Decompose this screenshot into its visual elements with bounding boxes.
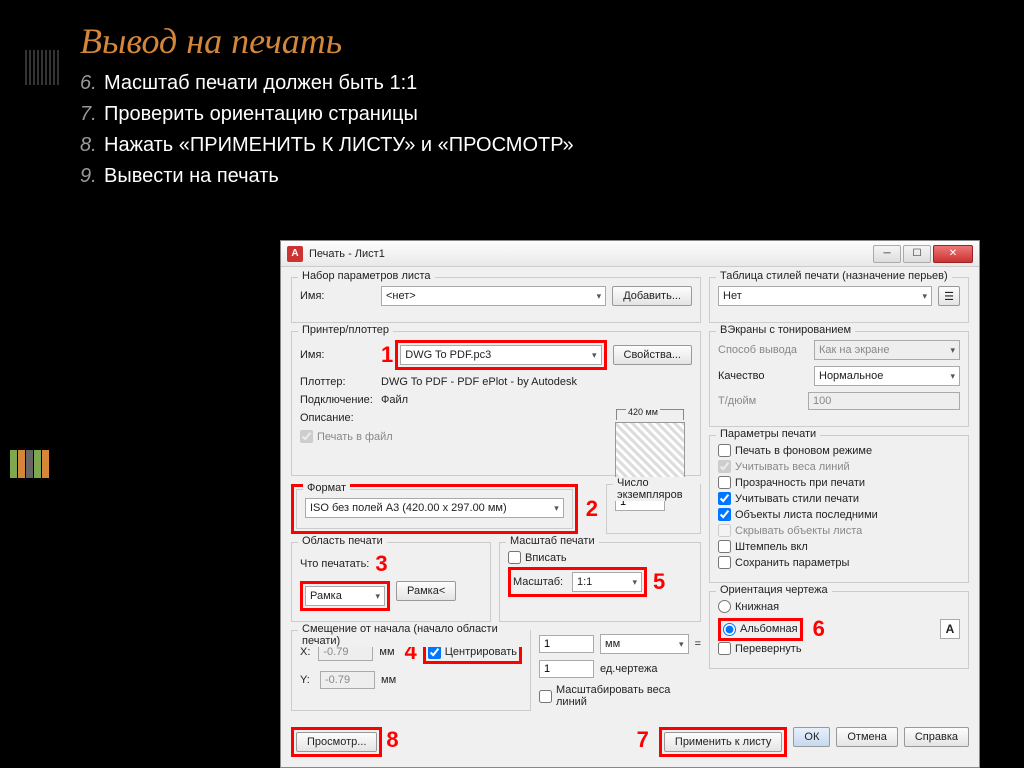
styles-edit-button[interactable]: ☰ [938,286,960,306]
paper-preview: 420 мм [615,422,685,478]
callout-2: 2 [586,496,598,522]
opt-stamp-checkbox[interactable] [718,540,731,553]
printer-group: Принтер/плоттер Имя: 1 DWG To PDF.pc3 Св… [291,331,701,476]
offset-y-input [320,671,375,689]
deco-bars [10,450,90,480]
callout-6: 6 [813,616,825,642]
portrait-radio[interactable] [718,600,731,613]
opt-save-checkbox[interactable] [718,556,731,569]
center-checkbox[interactable] [428,646,441,659]
styles-group: Таблица стилей печати (назначение перьев… [709,277,969,323]
frame-button[interactable]: Рамка< [396,581,456,601]
app-icon: A [287,246,303,262]
maximize-button[interactable]: ☐ [903,245,931,263]
viewport-group: ВЭкраны с тонированием Способ выводаКак … [709,331,969,427]
dpi-input [808,392,960,410]
print-dialog: A Печать - Лист1 ─ ☐ ✕ Набор параметров … [280,240,980,768]
scale-den-input[interactable] [539,660,594,678]
close-button[interactable]: ✕ [933,245,973,263]
dialog-title: Печать - Лист1 [309,248,873,260]
properties-button[interactable]: Свойства... [613,345,692,365]
orientation-group: Ориентация чертежа Книжная Альбомная 6 A… [709,591,969,669]
flip-checkbox[interactable] [718,642,731,655]
offset-group: Смещение от начала (начало области печат… [291,630,531,711]
callout-1: 1 [381,342,393,368]
minimize-button[interactable]: ─ [873,245,901,263]
preview-button[interactable]: Просмотр... [296,732,377,752]
cancel-button[interactable]: Отмена [836,727,897,747]
titlebar: A Печать - Лист1 ─ ☐ ✕ [281,241,979,267]
callout-7: 7 [637,727,649,757]
scale-weights-checkbox[interactable] [539,690,552,703]
apply-button[interactable]: Применить к листу [664,732,783,752]
help-button[interactable]: Справка [904,727,969,747]
scale-unit-dropdown[interactable]: мм [600,634,689,654]
callout-8: 8 [386,727,398,757]
slide-list: 6.Масштаб печати должен быть 1:1 7.Прове… [0,72,1024,188]
barcode-deco [25,50,60,85]
scale-dropdown[interactable]: 1:1 [572,572,642,592]
ok-button[interactable]: ОК [793,727,830,747]
printer-name-dropdown[interactable]: DWG To PDF.pc3 [400,345,601,365]
landscape-radio[interactable] [723,623,736,636]
callout-3: 3 [375,551,387,577]
opt-hide-checkbox [718,524,731,537]
orientation-icon: A [940,619,960,639]
opt-last-checkbox[interactable] [718,508,731,521]
add-button[interactable]: Добавить... [612,286,692,306]
area-group: Область печати Что печатать:3 Рамка Рамк… [291,542,491,622]
print-to-file-checkbox [300,430,313,443]
paramset-name-dropdown[interactable]: <нет> [381,286,606,306]
quality-dropdown[interactable]: Нормальное [814,366,960,386]
shade-method-dropdown: Как на экране [814,340,960,360]
format-dropdown[interactable]: ISO без полей A3 (420.00 x 297.00 мм) [305,498,564,518]
opt-transp-checkbox[interactable] [718,476,731,489]
button-row: Просмотр... 8 7 Применить к листу ОК Отм… [281,721,979,767]
fit-checkbox[interactable] [508,551,521,564]
opt-styles-checkbox[interactable] [718,492,731,505]
opt-weights-checkbox [718,460,731,473]
area-dropdown[interactable]: Рамка [305,586,385,606]
scale-group: Масштаб печати Вписать Масштаб: 1:1 5 [499,542,701,622]
paramset-group: Набор параметров листа Имя: <нет> Добави… [291,277,701,323]
opt-bg-checkbox[interactable] [718,444,731,457]
copies-group: Число экземпляров [606,484,701,534]
options-group: Параметры печати Печать в фоновом режиме… [709,435,969,583]
callout-5: 5 [653,569,665,595]
format-group: Формат ISO без полей A3 (420.00 x 297.00… [296,489,573,529]
scale-num-input[interactable] [539,635,594,653]
styles-dropdown[interactable]: Нет [718,286,932,306]
slide-title: Вывод на печать [0,0,1024,72]
